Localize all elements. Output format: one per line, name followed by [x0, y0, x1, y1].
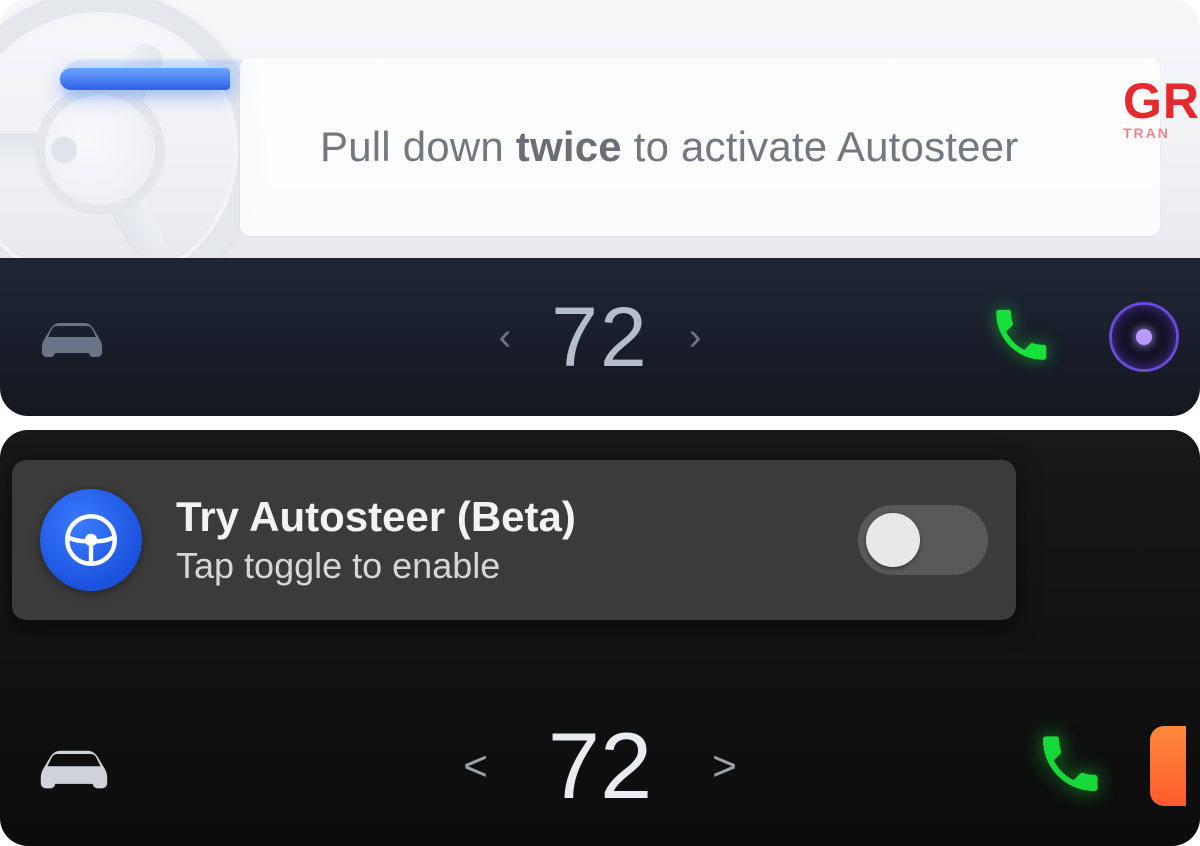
temperature-increase-button[interactable]: > — [712, 742, 737, 790]
toggle-knob — [866, 513, 920, 567]
dashcam-icon[interactable] — [1112, 305, 1176, 369]
temperature-increase-button[interactable]: › — [689, 316, 702, 359]
phone-icon[interactable] — [1034, 728, 1106, 805]
bottom-dock: ‹ 72 › — [0, 258, 1200, 416]
app-shortcut-fragment[interactable] — [1150, 726, 1186, 806]
stalk-illustration — [60, 68, 230, 90]
car-icon[interactable] — [28, 307, 116, 368]
autosteer-toggle[interactable] — [858, 505, 988, 575]
autosteer-enable-panel: Try Autosteer (Beta) Tap toggle to enabl… — [0, 430, 1200, 846]
temperature-value[interactable]: 72 — [548, 712, 653, 820]
steering-wheel-illustration — [0, 0, 260, 258]
autosteer-toast: Try Autosteer (Beta) Tap toggle to enabl… — [12, 460, 1016, 620]
instruction-pre: Pull down — [320, 123, 516, 170]
phone-icon[interactable] — [988, 302, 1054, 373]
tutorial-banner: Pull down twice to activate Autosteer GR… — [0, 0, 1200, 258]
instruction-text: Pull down twice to activate Autosteer — [320, 123, 1018, 171]
bottom-dock: < 72 > — [0, 686, 1200, 846]
climate-temperature-control: ‹ 72 › — [499, 289, 702, 386]
temperature-decrease-button[interactable]: ‹ — [499, 316, 512, 359]
brand-line-1: GR — [1123, 76, 1200, 126]
toast-subtitle: Tap toggle to enable — [176, 545, 858, 587]
steering-wheel-icon — [40, 489, 142, 591]
instruction-bold: twice — [516, 123, 622, 170]
toast-title: Try Autosteer (Beta) — [176, 493, 858, 541]
temperature-decrease-button[interactable]: < — [463, 742, 488, 790]
temperature-value[interactable]: 72 — [551, 289, 648, 386]
instruction-card: Pull down twice to activate Autosteer — [240, 58, 1160, 236]
car-icon[interactable] — [24, 733, 124, 800]
autosteer-tutorial-panel: Pull down twice to activate Autosteer GR… — [0, 0, 1200, 416]
climate-temperature-control: < 72 > — [463, 712, 737, 820]
waypoint-brand-fragment: GR TRAN — [1123, 76, 1200, 140]
instruction-post: to activate Autosteer — [622, 123, 1019, 170]
